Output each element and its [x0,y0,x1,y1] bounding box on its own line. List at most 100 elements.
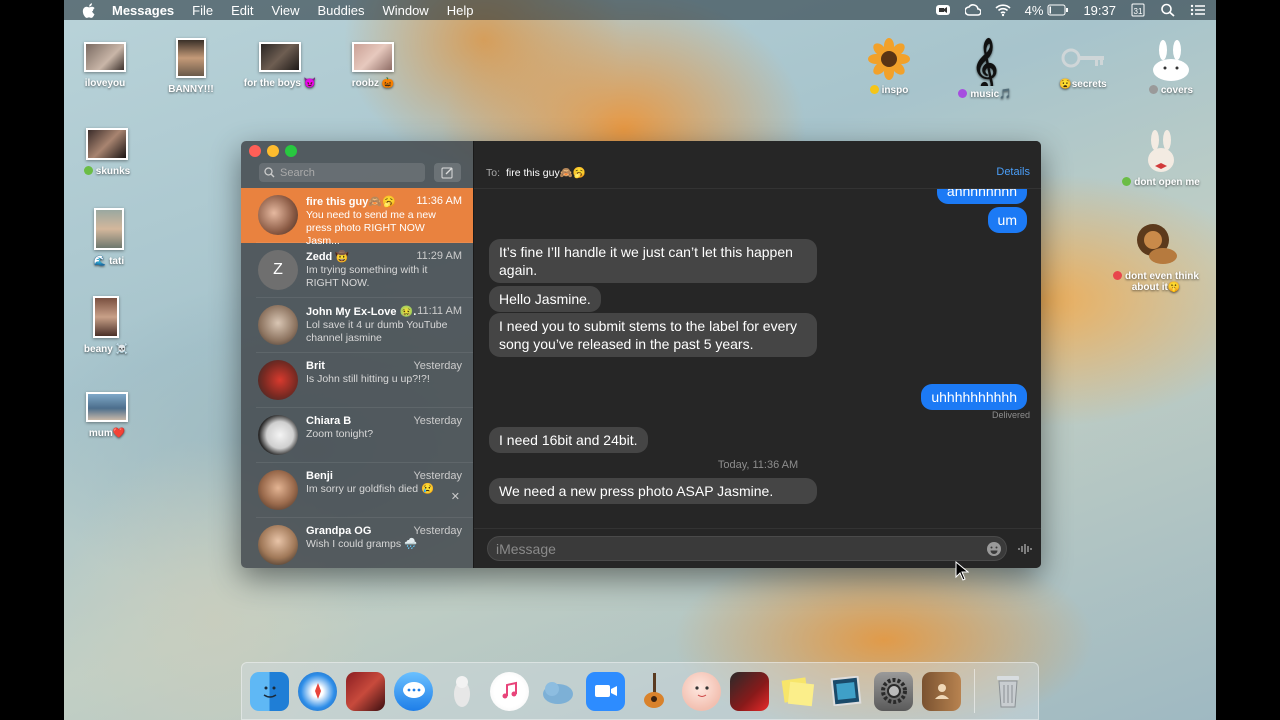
delivered-status: Delivered [991,410,1030,420]
message-bubble-incoming[interactable]: We need a new press photo ASAP Jasmine. [489,478,817,504]
stickies-icon[interactable] [778,672,817,711]
desktop-folder-dont-even-think[interactable]: dont even think about it🤫 [1106,220,1206,293]
desktop-folder-for-the-boys[interactable]: for the boys 😈 [235,42,325,89]
chat-header: To: fire this guy🙈🥱 Details [474,141,1041,189]
desktop-folder-iloveyou[interactable]: iloveyou [64,42,150,89]
conversation-preview: Im trying something with it RIGHT NOW. [306,264,428,289]
conversations-sidebar: fire this guy🙈🥱 11:36 AM You need to sen… [241,141,473,568]
messages-icon[interactable] [394,671,433,711]
desktop-icon-label: 😧secrets [1059,79,1107,90]
message-bubble-incoming[interactable]: It’s fine I’ll handle it we just can’t l… [489,239,817,283]
zoom-icon[interactable] [586,671,625,711]
conversation-preview: Is John still hitting u up?!?! [306,373,430,385]
recipient-field[interactable]: To: fire this guy🙈🥱 [486,166,586,179]
conversation-preview: Wish I could gramps 🌧️ [306,538,418,550]
avatar [258,525,298,565]
close-window-button[interactable] [249,145,261,157]
photo-thumbnail [259,42,301,72]
tag-dot [83,166,93,175]
conversation-name: Benji [306,470,333,482]
photo-booth-icon[interactable] [346,671,385,711]
message-bubble-outgoing[interactable]: ahhhhhhhh [936,189,1027,204]
bunny-bow-icon [1148,130,1174,172]
contacts-icon[interactable] [922,671,961,711]
delete-conversation-button[interactable]: ✕ [451,490,460,503]
desktop-folder-beany[interactable]: beany ☠️ [64,296,151,355]
conversation-time: 11:29 AM [416,250,462,262]
avatar [258,195,298,235]
desktop-folder-mum[interactable]: mum❤️ [64,392,152,439]
message-bubble-incoming[interactable]: I need 16bit and 24bit. [489,427,648,453]
desktop-icon-label: covers [1160,85,1194,96]
menu-help[interactable]: Help [447,3,474,18]
spotlight-search-icon[interactable] [1160,3,1176,17]
menu-edit[interactable]: Edit [231,3,253,18]
garageband-icon[interactable] [634,672,673,711]
creative-cloud-icon[interactable] [964,3,981,17]
desktop-folder-dont-open-me[interactable]: dont open me [1116,130,1206,188]
menu-file[interactable]: File [192,3,213,18]
desktop-folder-skunks[interactable]: skunks [64,128,152,177]
zoom-window-button[interactable] [285,145,297,157]
message-bubble-outgoing[interactable]: uhhhhhhhhhh [921,384,1027,410]
conversation-john[interactable]: John My Ex-Love 🤢... 11:11 AM Lol save i… [241,298,473,353]
message-bubble-incoming[interactable]: Hello Jasmine. [489,286,601,312]
finder-icon[interactable] [250,671,289,711]
audio-message-icon[interactable] [1017,541,1033,557]
desktop-icon-label: iloveyou [84,78,126,89]
message-bubble-outgoing[interactable]: um [987,207,1027,233]
system-preferences-icon[interactable] [874,671,913,711]
conversation-name: Chiara B [306,415,352,427]
minimize-window-button[interactable] [267,145,279,157]
desktop-folder-tati[interactable]: 🌊 tati [64,208,154,267]
goat-icon[interactable] [442,672,481,711]
message-thread[interactable]: ahhhhhhhh um It’s fine I’ll handle it we… [474,189,1041,528]
preview-icon[interactable] [826,672,865,711]
message-bubble-incoming[interactable]: I need you to submit stems to the label … [489,313,817,357]
details-button[interactable]: Details [996,166,1030,178]
menu-buddies[interactable]: Buddies [317,3,364,18]
menu-app-name[interactable]: Messages [112,3,174,18]
apple-icon[interactable] [82,2,96,18]
conversation-grandpa[interactable]: Grandpa OG Yesterday Wish I could gramps… [241,518,473,568]
photo-booth-red-icon[interactable] [730,671,769,711]
desktop-icon-label: music🎵 [970,89,1012,100]
compose-button[interactable] [434,163,461,182]
svg-text:𝄞: 𝄞 [972,38,998,86]
trash-icon[interactable] [988,672,1027,711]
conversation-name: Zedd 🤠 [306,251,350,263]
conversation-chiara[interactable]: Chiara B Yesterday Zoom tonight? [241,408,473,463]
desktop-folder-covers[interactable]: covers [1126,40,1216,96]
desktop-folder-music[interactable]: 𝄞 music🎵 [940,36,1030,100]
desktop-folder-secrets[interactable]: 😧secrets [1038,42,1128,90]
desktop-icon-label: roobz 🎃 [351,78,395,89]
safari-icon[interactable] [298,671,337,711]
search-box[interactable] [259,163,425,182]
desktop-folder-inspo[interactable]: inspo [844,38,934,96]
desktop-icon-label: mum❤️ [88,428,126,439]
menu-view[interactable]: View [272,3,300,18]
calendar-icon[interactable]: 31 [1130,3,1146,17]
emoji-icon[interactable] [986,541,1002,557]
desktop-folder-roobz[interactable]: roobz 🎃 [328,42,418,89]
clock[interactable]: 19:37 [1083,3,1116,18]
itunes-icon[interactable] [490,671,529,711]
conversation-fire-this-guy[interactable]: fire this guy🙈🥱 11:36 AM You need to sen… [241,188,473,247]
seal-icon[interactable] [538,672,577,711]
conversation-benji[interactable]: Benji Yesterday Im sorry ur goldfish die… [241,463,473,518]
notification-center-icon[interactable] [1190,3,1206,17]
message-field[interactable] [487,536,1007,561]
message-input[interactable] [496,540,976,557]
avatar [258,470,298,510]
recipient-name: fire this guy🙈🥱 [506,167,586,179]
wifi-icon[interactable] [995,3,1011,17]
desktop-folder-banny[interactable]: BANNY!!! [146,38,236,95]
conversation-time: 11:36 AM [416,195,462,207]
conversation-brit[interactable]: Brit Yesterday Is John still hitting u u… [241,353,473,408]
zoom-status-icon[interactable] [935,3,951,17]
face-icon[interactable] [682,671,721,711]
conversation-zedd[interactable]: Z Zedd 🤠 11:29 AM Im trying something wi… [241,243,473,298]
battery-icon[interactable] [1047,3,1069,17]
search-input[interactable] [280,166,420,179]
menu-window[interactable]: Window [382,3,428,18]
